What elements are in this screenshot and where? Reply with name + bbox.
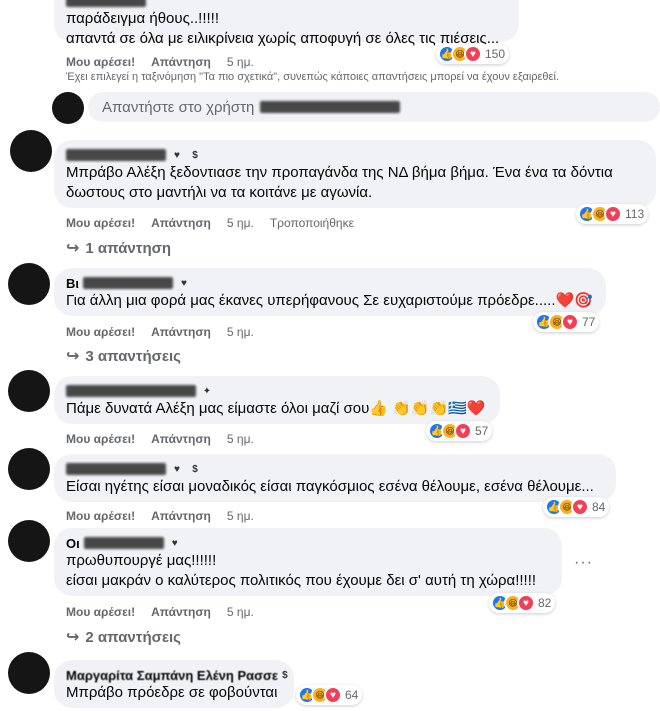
avatar[interactable]: [8, 370, 50, 412]
reaction-summary[interactable]: 👍 😆 ♥ 82: [489, 593, 556, 613]
comment-author[interactable]: ✦: [66, 383, 488, 399]
timestamp[interactable]: 5 ημ.: [227, 216, 254, 230]
heart-badge-icon: ♥: [174, 463, 180, 475]
reaction-count: 150: [485, 47, 506, 61]
reply-button[interactable]: Απάντηση: [151, 216, 211, 230]
reply-button[interactable]: Απάντηση: [151, 432, 211, 446]
love-reaction-icon: ♥: [324, 686, 342, 704]
comment-author[interactable]: ♥ $: [66, 461, 604, 477]
replies-count: 2 απαντήσεις: [85, 628, 181, 646]
timestamp[interactable]: 5 ημ.: [227, 55, 254, 69]
comment-text-line-1: πρωθυπουργέ μας!!!!!!: [66, 552, 217, 569]
love-reaction-icon: ♥: [517, 594, 535, 612]
heart-badge-icon: ♥: [181, 277, 187, 289]
reply-input-placeholder: Απαντήστε στο χρήστη: [102, 98, 255, 116]
sort-note: Έχει επιλεγεί η ταξινόμηση "Τα πιο σχετι…: [66, 71, 559, 83]
comment-author[interactable]: Μαργαρίτα Σαμπάνη Ελένη Ρασσε $: [66, 667, 288, 683]
reply-button[interactable]: Απάντηση: [151, 509, 211, 523]
timestamp[interactable]: 5 ημ.: [227, 432, 254, 446]
comment-actions: Μου αρέσει! Απάντηση 5 ημ.: [66, 325, 254, 339]
reaction-count: 84: [592, 500, 606, 514]
comment-author[interactable]: Οι ♥: [66, 535, 550, 551]
reply-arrow-icon: ↪: [66, 629, 80, 646]
avatar[interactable]: [8, 652, 50, 694]
comment-bubble: ♥ $ Μπράβο Αλέξη ξεδοντιασε την προπαγάν…: [54, 140, 656, 208]
avatar[interactable]: [8, 263, 50, 305]
like-button[interactable]: Μου αρέσει!: [66, 605, 135, 619]
comment-text-line-1: Μπράβο πρόεδρε σε φοβούνται: [66, 684, 278, 701]
comment-author[interactable]: [66, 0, 507, 9]
avatar[interactable]: [10, 130, 52, 172]
comment-text-line-1: Είσαι ηγέτης είσαι μοναδικός είσαι παγκό…: [66, 478, 594, 495]
avatar[interactable]: [8, 520, 50, 562]
love-reaction-icon: ♥: [561, 313, 579, 331]
avatar[interactable]: [52, 92, 84, 124]
reply-button[interactable]: Απάντηση: [151, 55, 211, 69]
reply-button[interactable]: Απάντηση: [151, 325, 211, 339]
like-button[interactable]: Μου αρέσει!: [66, 55, 135, 69]
comment-bubble: Μαργαρίτα Σαμπάνη Ελένη Ρασσε $ Μπράβο π…: [54, 660, 294, 708]
comment-bubble: ✦ Πάμε δυνατά Αλέξη μας είμαστε όλοι μαζ…: [54, 376, 500, 424]
reply-input[interactable]: Απαντήστε στο χρήστη: [88, 92, 660, 122]
comment-text-line-1: Πάμε δυνατά Αλέξη μας είμαστε όλοι μαζί …: [66, 400, 486, 417]
reaction-summary[interactable]: 👍 😆 ♥ 113: [576, 204, 649, 224]
reaction-summary[interactable]: 👍 😆 ♥ 64: [296, 685, 363, 705]
reply-arrow-icon: ↪: [66, 348, 80, 365]
timestamp[interactable]: 5 ημ.: [227, 509, 254, 523]
dollar-badge-icon: $: [192, 149, 198, 161]
like-button[interactable]: Μου αρέσει!: [66, 325, 135, 339]
reaction-count: 77: [582, 315, 596, 329]
love-reaction-icon: ♥: [454, 422, 472, 440]
reaction-summary[interactable]: 👍 😆 ♥ 150: [436, 44, 510, 64]
comment-bubble: παράδειγμα ήθους..!!!!! απαντά σε όλα με…: [54, 0, 519, 47]
like-button[interactable]: Μου αρέσει!: [66, 509, 135, 523]
reaction-count: 64: [345, 688, 359, 702]
comment-text-line-1: Για άλλη μια φορά μας έκανες υπερήφανους…: [66, 292, 593, 309]
star-badge-icon: ✦: [202, 385, 212, 397]
comment-actions: Μου αρέσει! Απάντηση 5 ημ. Τροποποιήθηκε: [66, 216, 354, 230]
view-replies-link[interactable]: ↪ 1 απάντηση: [66, 238, 171, 258]
reply-button[interactable]: Απάντηση: [151, 605, 211, 619]
reaction-count: 113: [625, 207, 645, 221]
reaction-summary[interactable]: 👍 😆 ♥ 77: [533, 312, 600, 332]
reaction-summary[interactable]: 👍 😆 ♥ 57: [426, 421, 493, 441]
comment-text-line-1: παράδειγμα ήθους..!!!!!: [66, 10, 219, 27]
like-button[interactable]: Μου αρέσει!: [66, 432, 135, 446]
love-reaction-icon: ♥: [464, 45, 482, 63]
comment-text-line-1: Μπράβο Αλέξη ξεδοντιασε την προπαγάνδα τ…: [66, 164, 613, 181]
comment-bubble: Οι ♥ πρωθυπουργέ μας!!!!!! είσαι μακράν …: [54, 528, 562, 596]
replies-count: 1 απάντηση: [85, 239, 172, 257]
timestamp[interactable]: 5 ημ.: [227, 325, 254, 339]
more-options-icon[interactable]: ···: [574, 554, 593, 572]
heart-badge-icon: ♥: [171, 537, 178, 549]
comment-author[interactable]: Βι ♥: [66, 275, 594, 291]
comment-text-line-2: είσαι μακράν ο καλύτερος πολιτικός που έ…: [66, 572, 537, 589]
reaction-count: 82: [538, 596, 552, 610]
reaction-summary[interactable]: 👍 😆 ♥ 84: [543, 497, 610, 517]
comment-actions: Μου αρέσει! Απάντηση 5 ημ.: [66, 605, 254, 619]
comment-author[interactable]: ♥ $: [66, 147, 644, 163]
dollar-badge-icon: $: [282, 669, 288, 681]
heart-badge-icon: ♥: [174, 149, 180, 161]
comment-text-line-2: δωστους στο μαντήλι να τα κοιτάνε με αγω…: [66, 184, 373, 201]
replies-count: 3 απαντήσεις: [85, 347, 181, 365]
edited-label: Τροποποιήθηκε: [269, 216, 354, 230]
reply-arrow-icon: ↪: [66, 240, 80, 257]
comment-actions: Μου αρέσει! Απάντηση 5 ημ.: [66, 509, 254, 523]
view-replies-link[interactable]: ↪ 3 απαντήσεις: [66, 346, 181, 366]
avatar[interactable]: [8, 448, 50, 490]
comment-actions: Μου αρέσει! Απάντηση 5 ημ.: [66, 432, 254, 446]
reaction-count: 57: [475, 424, 489, 438]
love-reaction-icon: ♥: [604, 205, 622, 223]
love-reaction-icon: ♥: [571, 498, 589, 516]
like-button[interactable]: Μου αρέσει!: [66, 216, 135, 230]
comment-bubble: Βι ♥ Για άλλη μια φορά μας έκανες υπερήφ…: [54, 268, 606, 316]
view-replies-link[interactable]: ↪ 2 απαντήσεις: [66, 627, 181, 647]
comment-actions: Μου αρέσει! Απάντηση 5 ημ.: [66, 55, 254, 69]
dollar-badge-icon: $: [192, 463, 198, 475]
comment-bubble: ♥ $ Είσαι ηγέτης είσαι μοναδικός είσαι π…: [54, 454, 616, 502]
timestamp[interactable]: 5 ημ.: [227, 605, 254, 619]
